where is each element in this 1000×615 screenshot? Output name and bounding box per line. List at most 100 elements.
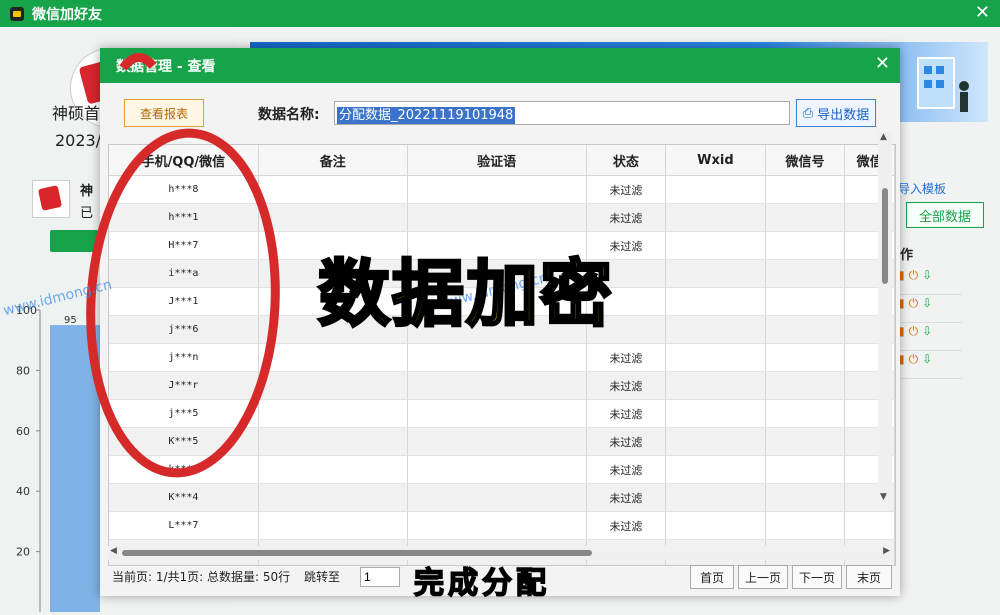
banner-illustration-icon (917, 57, 969, 112)
cell-status: 未过滤 (586, 511, 667, 540)
y-tick-label: 20 (16, 546, 30, 559)
table-row[interactable]: K***4 未过滤 (109, 483, 895, 512)
cell-wxid (665, 259, 766, 288)
next-page-button[interactable]: 下一页 (792, 565, 842, 589)
cell-verify (407, 343, 587, 372)
col-header-wxid[interactable]: Wxid (665, 145, 766, 176)
cell-wechat-id (765, 203, 846, 232)
cell-verify (407, 175, 587, 204)
red-circle-annotation (86, 53, 280, 478)
page-jump-input[interactable] (360, 567, 400, 587)
cell-wxid (665, 371, 766, 400)
cell-verify (407, 511, 587, 540)
power-icon[interactable]: ⏻ (909, 352, 919, 366)
cell-wechat-id (765, 511, 846, 540)
cell-status: 未过滤 (586, 371, 667, 400)
cell-wxid (665, 287, 766, 316)
cell-wechat-id (765, 315, 846, 344)
scroll-up-icon[interactable]: ▲ (880, 132, 887, 142)
cell-verify (407, 483, 587, 512)
horizontal-scroll-thumb[interactable] (122, 550, 592, 556)
cell-wxid (665, 427, 766, 456)
all-data-button[interactable]: 全部数据 (906, 202, 984, 228)
power-icon[interactable]: ⏻ (909, 324, 919, 338)
first-page-button[interactable]: 首页 (690, 565, 734, 589)
cell-wxid (665, 203, 766, 232)
cell-wechat-id (765, 399, 846, 428)
device-avatar (32, 180, 70, 218)
table-row[interactable]: L***7 未过滤 (109, 511, 895, 540)
export-icon: ⎙ (802, 105, 818, 121)
cell-verify (407, 427, 587, 456)
scroll-down-icon[interactable]: ▼ (880, 492, 887, 502)
operation-column-header: 作 (900, 248, 914, 263)
scroll-right-icon[interactable]: ▶ (883, 546, 890, 556)
vertical-scrollbar[interactable]: ▲ ▼ (878, 132, 892, 502)
power-icon[interactable]: ⏻ (909, 296, 919, 310)
cell-phone: L***7 (109, 511, 259, 540)
cell-note (258, 511, 408, 540)
cell-wxid (665, 315, 766, 344)
cell-status: 未过滤 (586, 427, 667, 456)
cell-verify (407, 399, 587, 428)
prev-page-button[interactable]: 上一页 (738, 565, 788, 589)
download-icon[interactable]: ⇩ (922, 324, 932, 338)
y-tick-label: 60 (16, 425, 30, 438)
cell-status: 未过滤 (586, 455, 667, 484)
download-icon[interactable]: ⇩ (922, 352, 932, 366)
export-data-button[interactable]: ⎙ 导出数据 (796, 99, 876, 127)
y-tick-label: 40 (16, 485, 30, 498)
cell-wechat (844, 511, 895, 540)
cell-status: 未过滤 (586, 483, 667, 512)
caption-title: 数据加密 (316, 251, 615, 338)
row-actions[interactable]: ▮ ⏻ ⇩ (898, 324, 962, 351)
cell-wechat-id (765, 231, 846, 260)
data-name-input[interactable]: 分配数据_20221119101948 (334, 101, 790, 125)
app-icon (10, 6, 24, 21)
cell-wechat-id (765, 343, 846, 372)
pagination-status: 当前页: 1/共1页: 总数据量: 50行 跳转至 (112, 568, 340, 585)
cell-wxid (665, 483, 766, 512)
cell-status: 未过滤 (586, 343, 667, 372)
cell-note (258, 483, 408, 512)
last-page-button[interactable]: 末页 (846, 565, 892, 589)
jump-label: 跳转至 (303, 570, 340, 584)
cell-wxid (665, 455, 766, 484)
data-name-value: 分配数据_20221119101948 (337, 107, 516, 124)
cell-verify (407, 203, 587, 232)
cell-wechat-id (765, 371, 846, 400)
dialog-close-icon[interactable]: ✕ (875, 53, 890, 74)
export-data-label: 导出数据 (817, 107, 870, 123)
cell-verify (407, 371, 587, 400)
cell-wxid (665, 511, 766, 540)
row-actions[interactable]: ▮ ⏻ ⇩ (898, 268, 962, 295)
bar-data-label: 95 (64, 315, 77, 326)
row-actions[interactable]: ▮ ⏻ ⇩ (898, 352, 962, 379)
page-status-text: 当前页: 1/共1页: 总数据量: 50行 (112, 570, 291, 584)
col-header-wechat-id[interactable]: 微信号 (765, 145, 846, 176)
cell-status: 未过滤 (586, 203, 667, 232)
import-template-link[interactable]: 导入模板 (898, 180, 946, 197)
cell-wechat-id (765, 259, 846, 288)
col-header-status[interactable]: 状态 (586, 145, 667, 176)
cell-verify (407, 455, 587, 484)
download-icon[interactable]: ⇩ (922, 296, 932, 310)
main-close-icon[interactable]: ✕ (975, 2, 990, 24)
scroll-left-icon[interactable]: ◀ (110, 546, 117, 556)
cell-wechat-id (765, 427, 846, 456)
cell-wxid (665, 231, 766, 260)
cell-wxid (665, 399, 766, 428)
vertical-scroll-thumb[interactable] (882, 188, 888, 284)
main-window-title: 微信加好友 (32, 6, 102, 23)
cell-status: 未过滤 (586, 175, 667, 204)
y-tick-label: 80 (16, 364, 30, 377)
col-header-verify[interactable]: 验证语 (407, 145, 587, 176)
cell-status: 未过滤 (586, 399, 667, 428)
caption-subtitle: 完成分配 (413, 565, 550, 602)
download-icon[interactable]: ⇩ (922, 268, 932, 282)
power-icon[interactable]: ⏻ (909, 268, 919, 282)
cell-wxid (665, 175, 766, 204)
cell-wechat-id (765, 483, 846, 512)
main-titlebar: 微信加好友 ✕ (0, 0, 1000, 27)
row-actions[interactable]: ▮ ⏻ ⇩ (898, 296, 962, 323)
